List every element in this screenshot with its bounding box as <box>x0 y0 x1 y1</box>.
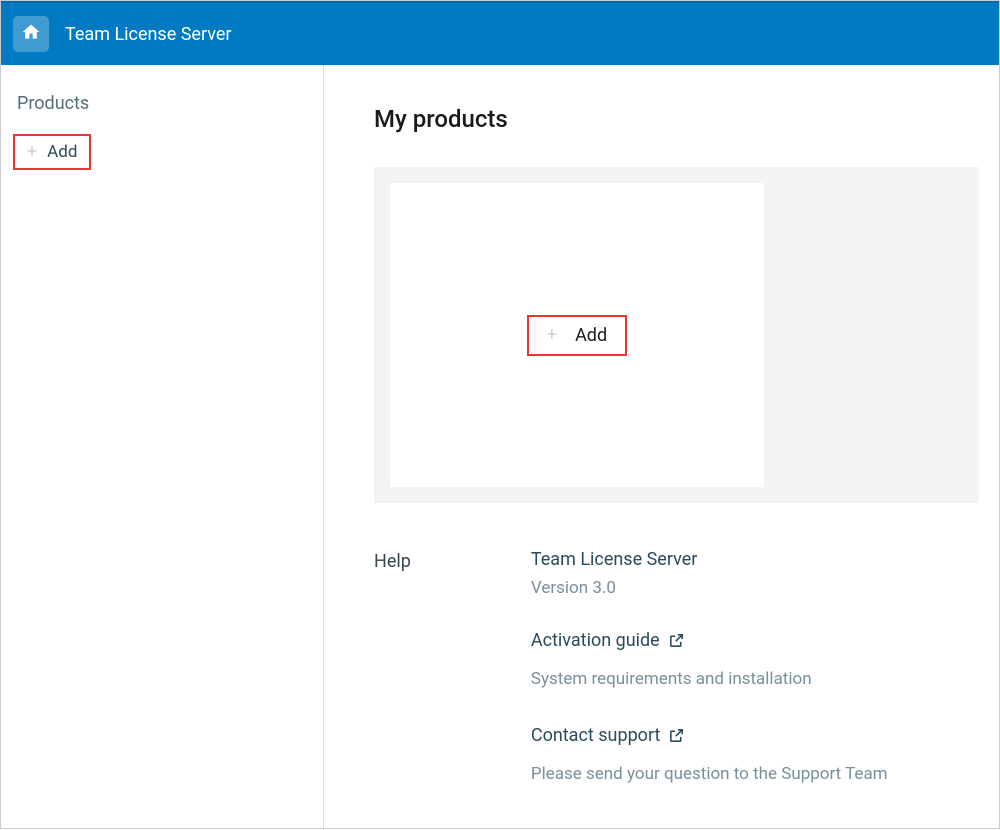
plus-icon: + <box>27 143 37 161</box>
header: Team License Server <box>1 1 999 65</box>
help-version: Version 3.0 <box>531 578 888 598</box>
external-link-icon <box>668 632 685 649</box>
app-title: Team License Server <box>65 24 231 45</box>
activation-guide-link[interactable]: Activation guide <box>531 630 888 651</box>
system-requirements-text: System requirements and installation <box>531 669 888 689</box>
product-card: + Add <box>390 183 764 487</box>
help-product-name: Team License Server <box>531 549 888 570</box>
help-heading: Help <box>374 549 411 812</box>
home-icon <box>21 22 41 46</box>
support-description: Please send your question to the Support… <box>531 764 888 784</box>
product-area: + Add <box>374 167 979 503</box>
card-add-button[interactable]: + Add <box>527 315 627 356</box>
sidebar-heading: Products <box>17 93 307 114</box>
main: My products + Add Help Team License Serv… <box>324 65 999 830</box>
help-section: Help Team License Server Version 3.0 Act… <box>374 549 979 812</box>
sidebar-add-label: Add <box>47 142 77 162</box>
sidebar: Products + Add <box>1 65 324 830</box>
page-title: My products <box>374 105 979 133</box>
content: Products + Add My products + Add Help Te… <box>1 65 999 830</box>
activation-guide-label: Activation guide <box>531 630 660 651</box>
card-add-label: Add <box>575 325 607 346</box>
plus-icon: + <box>547 326 557 344</box>
contact-support-link[interactable]: Contact support <box>531 725 888 746</box>
home-button[interactable] <box>13 16 49 52</box>
help-body: Team License Server Version 3.0 Activati… <box>531 549 888 812</box>
sidebar-add-button[interactable]: + Add <box>13 134 91 170</box>
contact-support-label: Contact support <box>531 725 661 746</box>
external-link-icon <box>668 727 685 744</box>
